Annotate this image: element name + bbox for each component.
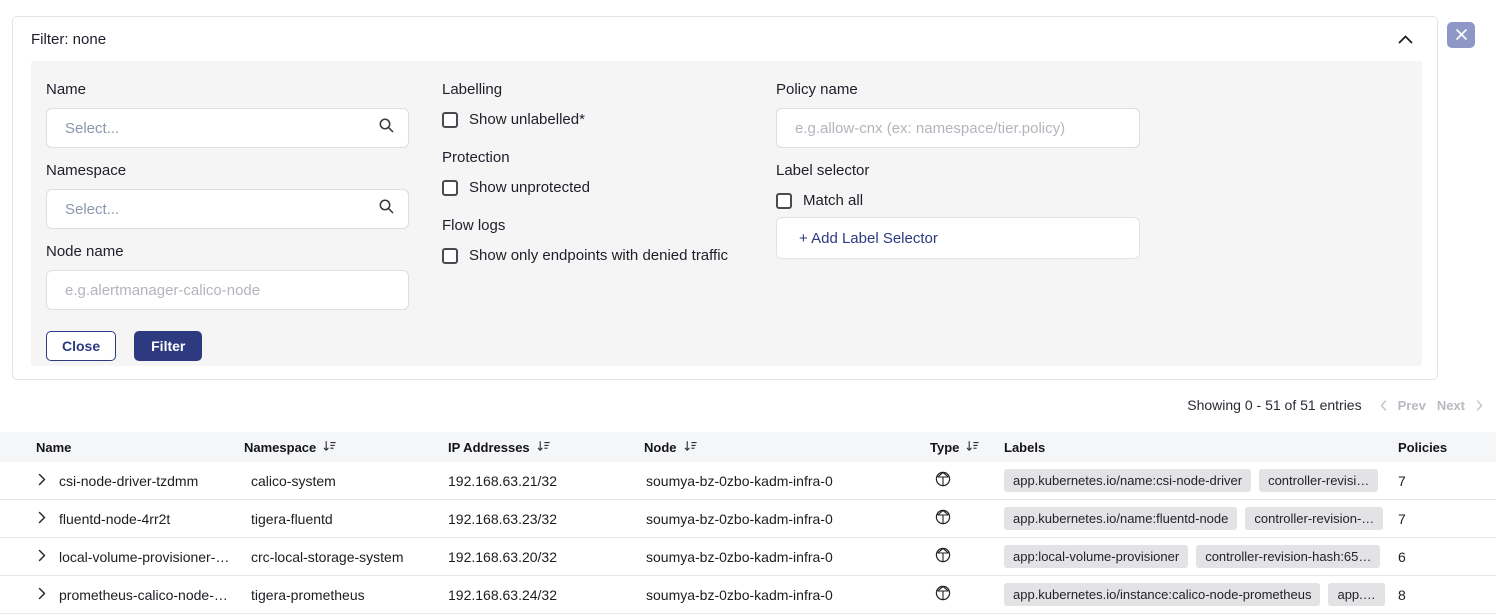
sort-icon bbox=[537, 440, 550, 455]
dismiss-filter-button[interactable] bbox=[1447, 22, 1475, 48]
sort-icon bbox=[684, 440, 697, 455]
expand-row-button[interactable] bbox=[38, 549, 46, 565]
column-header-ip-addresses[interactable]: IP Addresses bbox=[448, 440, 644, 455]
label-selector-section-label: Label selector bbox=[776, 162, 1140, 179]
table-row[interactable]: fluentd-node-4rr2t tigera-fluentd 192.16… bbox=[0, 500, 1496, 538]
table-header-row: Name Namespace IP Addresses Node Type La… bbox=[0, 432, 1496, 462]
namespace-select[interactable]: Select... bbox=[46, 189, 409, 229]
endpoint-name: csi-node-driver-tzdmm bbox=[59, 473, 198, 489]
chevron-left-icon bbox=[1380, 400, 1387, 411]
denied-traffic-label: Show only endpoints with denied traffic bbox=[469, 247, 728, 264]
endpoint-namespace: calico-system bbox=[244, 473, 448, 489]
sort-icon bbox=[323, 440, 336, 455]
match-all-label: Match all bbox=[803, 192, 863, 209]
label-pill: app.kubernetes.io/name:csi-node-driver bbox=[1004, 469, 1251, 492]
node-name-field-label: Node name bbox=[46, 243, 409, 260]
filter-panel-header: Filter: none bbox=[13, 17, 1437, 49]
close-icon bbox=[1456, 28, 1467, 43]
pod-icon bbox=[935, 509, 951, 528]
collapse-filter-button[interactable] bbox=[1396, 30, 1415, 49]
column-header-node[interactable]: Node bbox=[644, 440, 930, 455]
show-unlabelled-checkbox[interactable] bbox=[442, 112, 458, 128]
close-button[interactable]: Close bbox=[46, 331, 116, 361]
endpoint-node: soumya-bz-0zbo-kadm-infra-0 bbox=[644, 549, 930, 565]
flow-logs-section-label: Flow logs bbox=[442, 217, 742, 234]
denied-traffic-checkbox[interactable] bbox=[442, 248, 458, 264]
table-row[interactable]: prometheus-calico-node-… tigera-promethe… bbox=[0, 576, 1496, 614]
column-header-type[interactable]: Type bbox=[930, 440, 1004, 455]
filter-panel: Filter: none Name Select... Namespace bbox=[12, 16, 1438, 380]
endpoint-ip: 192.168.63.20/32 bbox=[448, 549, 644, 565]
chevron-right-icon bbox=[38, 511, 46, 527]
endpoints-table: Name Namespace IP Addresses Node Type La… bbox=[0, 432, 1496, 614]
entries-summary: Showing 0 - 51 of 51 entries bbox=[1187, 397, 1361, 413]
endpoint-policies-count: 8 bbox=[1390, 587, 1496, 603]
endpoint-node: soumya-bz-0zbo-kadm-infra-0 bbox=[644, 587, 930, 603]
policy-name-field-label: Policy name bbox=[776, 81, 1140, 98]
chevron-right-icon bbox=[38, 549, 46, 565]
next-page-button[interactable]: Next bbox=[1437, 398, 1465, 413]
endpoint-name: local-volume-provisioner-… bbox=[59, 549, 229, 565]
table-row[interactable]: local-volume-provisioner-… crc-local-sto… bbox=[0, 538, 1496, 576]
show-unprotected-label: Show unprotected bbox=[469, 179, 590, 196]
filter-button[interactable]: Filter bbox=[134, 331, 202, 361]
show-unlabelled-label: Show unlabelled* bbox=[469, 111, 585, 128]
filter-panel-title: Filter: none bbox=[31, 31, 106, 48]
prev-page-button[interactable]: Prev bbox=[1398, 398, 1426, 413]
expand-row-button[interactable] bbox=[38, 473, 46, 489]
name-select-placeholder: Select... bbox=[65, 120, 119, 137]
search-icon bbox=[378, 117, 395, 139]
pagination: Showing 0 - 51 of 51 entries Prev Next bbox=[1187, 397, 1483, 413]
node-name-input[interactable] bbox=[46, 270, 409, 310]
endpoint-ip: 192.168.63.21/32 bbox=[448, 473, 644, 489]
chevron-up-icon bbox=[1398, 32, 1413, 47]
column-header-namespace[interactable]: Namespace bbox=[244, 440, 448, 455]
label-pill: app:local-volume-provisioner bbox=[1004, 545, 1188, 568]
endpoint-node: soumya-bz-0zbo-kadm-infra-0 bbox=[644, 511, 930, 527]
expand-row-button[interactable] bbox=[38, 587, 46, 603]
pod-icon bbox=[935, 547, 951, 566]
name-select[interactable]: Select... bbox=[46, 108, 409, 148]
column-header-name: Name bbox=[0, 440, 244, 455]
endpoint-name: fluentd-node-4rr2t bbox=[59, 511, 170, 527]
protection-section-label: Protection bbox=[442, 149, 742, 166]
endpoint-ip: 192.168.63.23/32 bbox=[448, 511, 644, 527]
pod-icon bbox=[935, 585, 951, 604]
chevron-right-icon bbox=[1476, 400, 1483, 411]
endpoint-namespace: crc-local-storage-system bbox=[244, 549, 448, 565]
labelling-section-label: Labelling bbox=[442, 81, 742, 98]
table-row[interactable]: csi-node-driver-tzdmm calico-system 192.… bbox=[0, 462, 1496, 500]
add-label-selector-button[interactable]: + Add Label Selector bbox=[776, 217, 1140, 259]
label-pill: controller-revision-… bbox=[1245, 507, 1383, 530]
show-unprotected-checkbox[interactable] bbox=[442, 180, 458, 196]
chevron-right-icon bbox=[38, 473, 46, 489]
column-header-policies: Policies bbox=[1390, 440, 1496, 455]
namespace-select-placeholder: Select... bbox=[65, 201, 119, 218]
pod-icon bbox=[935, 471, 951, 490]
sort-icon bbox=[966, 440, 979, 455]
endpoint-node: soumya-bz-0zbo-kadm-infra-0 bbox=[644, 473, 930, 489]
chevron-right-icon bbox=[38, 587, 46, 603]
endpoint-name: prometheus-calico-node-… bbox=[59, 587, 228, 603]
expand-row-button[interactable] bbox=[38, 511, 46, 527]
endpoint-namespace: tigera-fluentd bbox=[244, 511, 448, 527]
search-icon bbox=[378, 198, 395, 220]
endpoint-policies-count: 7 bbox=[1390, 473, 1496, 489]
label-pill: controller-revision-hash:65… bbox=[1196, 545, 1380, 568]
endpoint-namespace: tigera-prometheus bbox=[244, 587, 448, 603]
endpoint-ip: 192.168.63.24/32 bbox=[448, 587, 644, 603]
endpoint-policies-count: 6 bbox=[1390, 549, 1496, 565]
column-header-labels: Labels bbox=[1004, 440, 1390, 455]
filter-form: Name Select... Namespace Select... bbox=[31, 61, 1422, 366]
match-all-checkbox[interactable] bbox=[776, 193, 792, 209]
endpoint-policies-count: 7 bbox=[1390, 511, 1496, 527]
policy-name-input[interactable] bbox=[776, 108, 1140, 148]
label-pill: controller-revisi… bbox=[1259, 469, 1378, 492]
label-pill: app.kubernetes.io/name:fluentd-node bbox=[1004, 507, 1237, 530]
namespace-field-label: Namespace bbox=[46, 162, 409, 179]
name-field-label: Name bbox=[46, 81, 409, 98]
